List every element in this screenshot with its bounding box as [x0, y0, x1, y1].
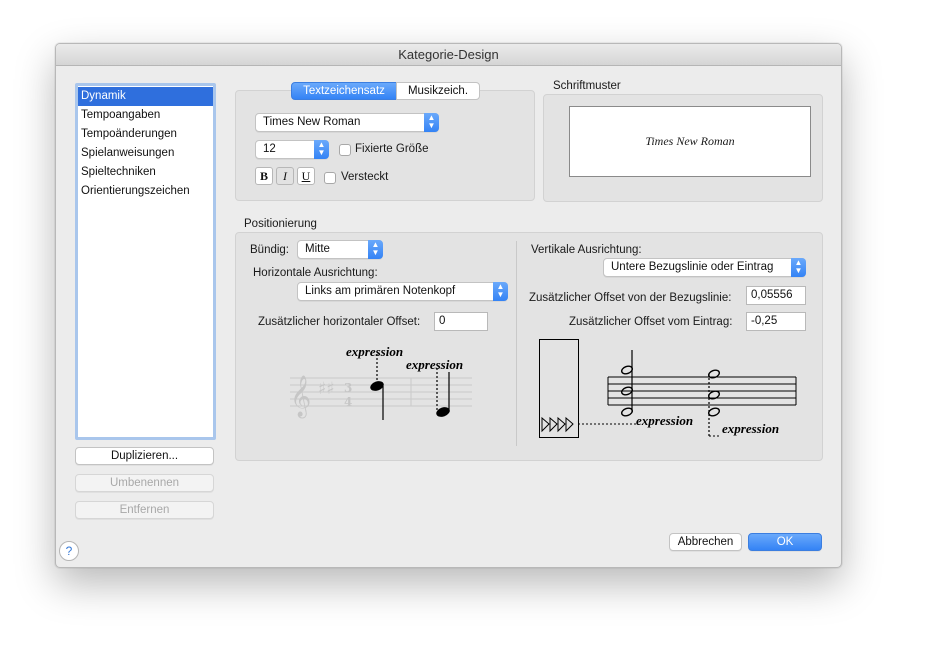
updown-arrows-icon: ▲ ▼ [314, 140, 329, 159]
updown-arrows-icon: ▲ ▼ [424, 113, 439, 132]
font-size-value: 12 [263, 143, 276, 155]
time-signature-top: 3 [344, 381, 352, 395]
tab-text-font[interactable]: Textzeichensatz [291, 82, 397, 100]
category-design-dialog: Kategorie-Design Dynamik Tempoangaben Te… [55, 43, 842, 568]
expression-text-4: expression [722, 421, 779, 436]
category-list[interactable]: Dynamik Tempoangaben Tempoänderungen Spi… [75, 83, 216, 440]
horizontal-label: Horizontale Ausrichtung: [253, 267, 378, 279]
list-item[interactable]: Tempoänderungen [78, 125, 213, 144]
entry-offset-label: Zusätzlicher Offset vom Eintrag: [569, 316, 733, 328]
h-offset-label: Zusätzlicher horizontaler Offset: [258, 316, 421, 328]
hidden-label: Versteckt [341, 171, 389, 183]
vertical-label: Vertikale Ausrichtung: [531, 244, 642, 256]
treble-clef-icon: 𝄞 [290, 375, 311, 418]
list-item[interactable]: Spieltechniken [78, 163, 213, 182]
updown-arrows-icon: ▲ ▼ [493, 282, 508, 301]
vertical-value: Untere Bezugslinie oder Eintrag [611, 261, 774, 273]
sample-title: Schriftmuster [553, 80, 621, 92]
column-divider [516, 241, 517, 446]
window-title: Kategorie-Design [56, 44, 841, 66]
fixed-size-checkbox[interactable] [339, 144, 351, 156]
horizontal-alignment-illustration: 𝄞 ♯♯ 3 4 expression expression [290, 344, 472, 420]
list-item[interactable]: Spielanweisungen [78, 144, 213, 163]
duplicate-button[interactable]: Duplizieren... [75, 447, 214, 465]
align-value: Mitte [305, 243, 330, 255]
updown-arrows-icon: ▲ ▼ [368, 240, 383, 259]
rename-button[interactable]: Umbenennen [75, 474, 214, 492]
underline-button[interactable]: U [297, 167, 315, 185]
positioning-title: Positionierung [244, 218, 317, 230]
baseline-offset-field[interactable]: 0,05556 [746, 286, 806, 305]
italic-button[interactable]: I [276, 167, 294, 185]
hidden-checkbox[interactable] [324, 172, 336, 184]
font-size-select[interactable]: 12 ▲ ▼ [255, 140, 329, 159]
baseline-offset-label: Zusätzlicher Offset von der Bezugslinie: [529, 292, 732, 304]
expression-text-2: expression [406, 357, 463, 372]
entry-offset-field[interactable]: -0,25 [746, 312, 806, 331]
list-item[interactable]: Dynamik [78, 87, 213, 106]
font-family-value: Times New Roman [263, 116, 361, 128]
tab-music-font[interactable]: Musikzeich. [396, 82, 480, 100]
help-button[interactable]: ? [59, 541, 79, 561]
h-offset-field[interactable]: 0 [434, 312, 488, 331]
remove-button[interactable]: Entfernen [75, 501, 214, 519]
cancel-button[interactable]: Abbrechen [669, 533, 742, 551]
align-label: Bündig: [250, 244, 290, 256]
expression-text-3: expression [636, 413, 693, 428]
vertical-select[interactable]: Untere Bezugslinie oder Eintrag ▲ ▼ [603, 258, 806, 277]
bold-button[interactable]: B [255, 167, 273, 185]
key-signature-icon: ♯♯ [318, 379, 334, 399]
list-item[interactable]: Tempoangaben [78, 106, 213, 125]
updown-arrows-icon: ▲ ▼ [791, 258, 806, 277]
horizontal-select[interactable]: Links am primären Notenkopf ▲ ▼ [297, 282, 508, 301]
list-item[interactable]: Orientierungszeichen [78, 182, 213, 201]
font-family-select[interactable]: Times New Roman ▲ ▼ [255, 113, 439, 132]
font-preview: Times New Roman [569, 106, 811, 177]
ok-button[interactable]: OK [748, 533, 822, 551]
triangle-markers-icon [541, 416, 574, 433]
align-select[interactable]: Mitte ▲ ▼ [297, 240, 383, 259]
horizontal-value: Links am primären Notenkopf [305, 285, 456, 297]
vertical-alignment-illustration: expression expression [539, 339, 797, 438]
expression-text-1: expression [346, 344, 403, 359]
time-signature-bottom: 4 [344, 395, 352, 409]
fixed-size-label: Fixierte Größe [355, 143, 429, 155]
